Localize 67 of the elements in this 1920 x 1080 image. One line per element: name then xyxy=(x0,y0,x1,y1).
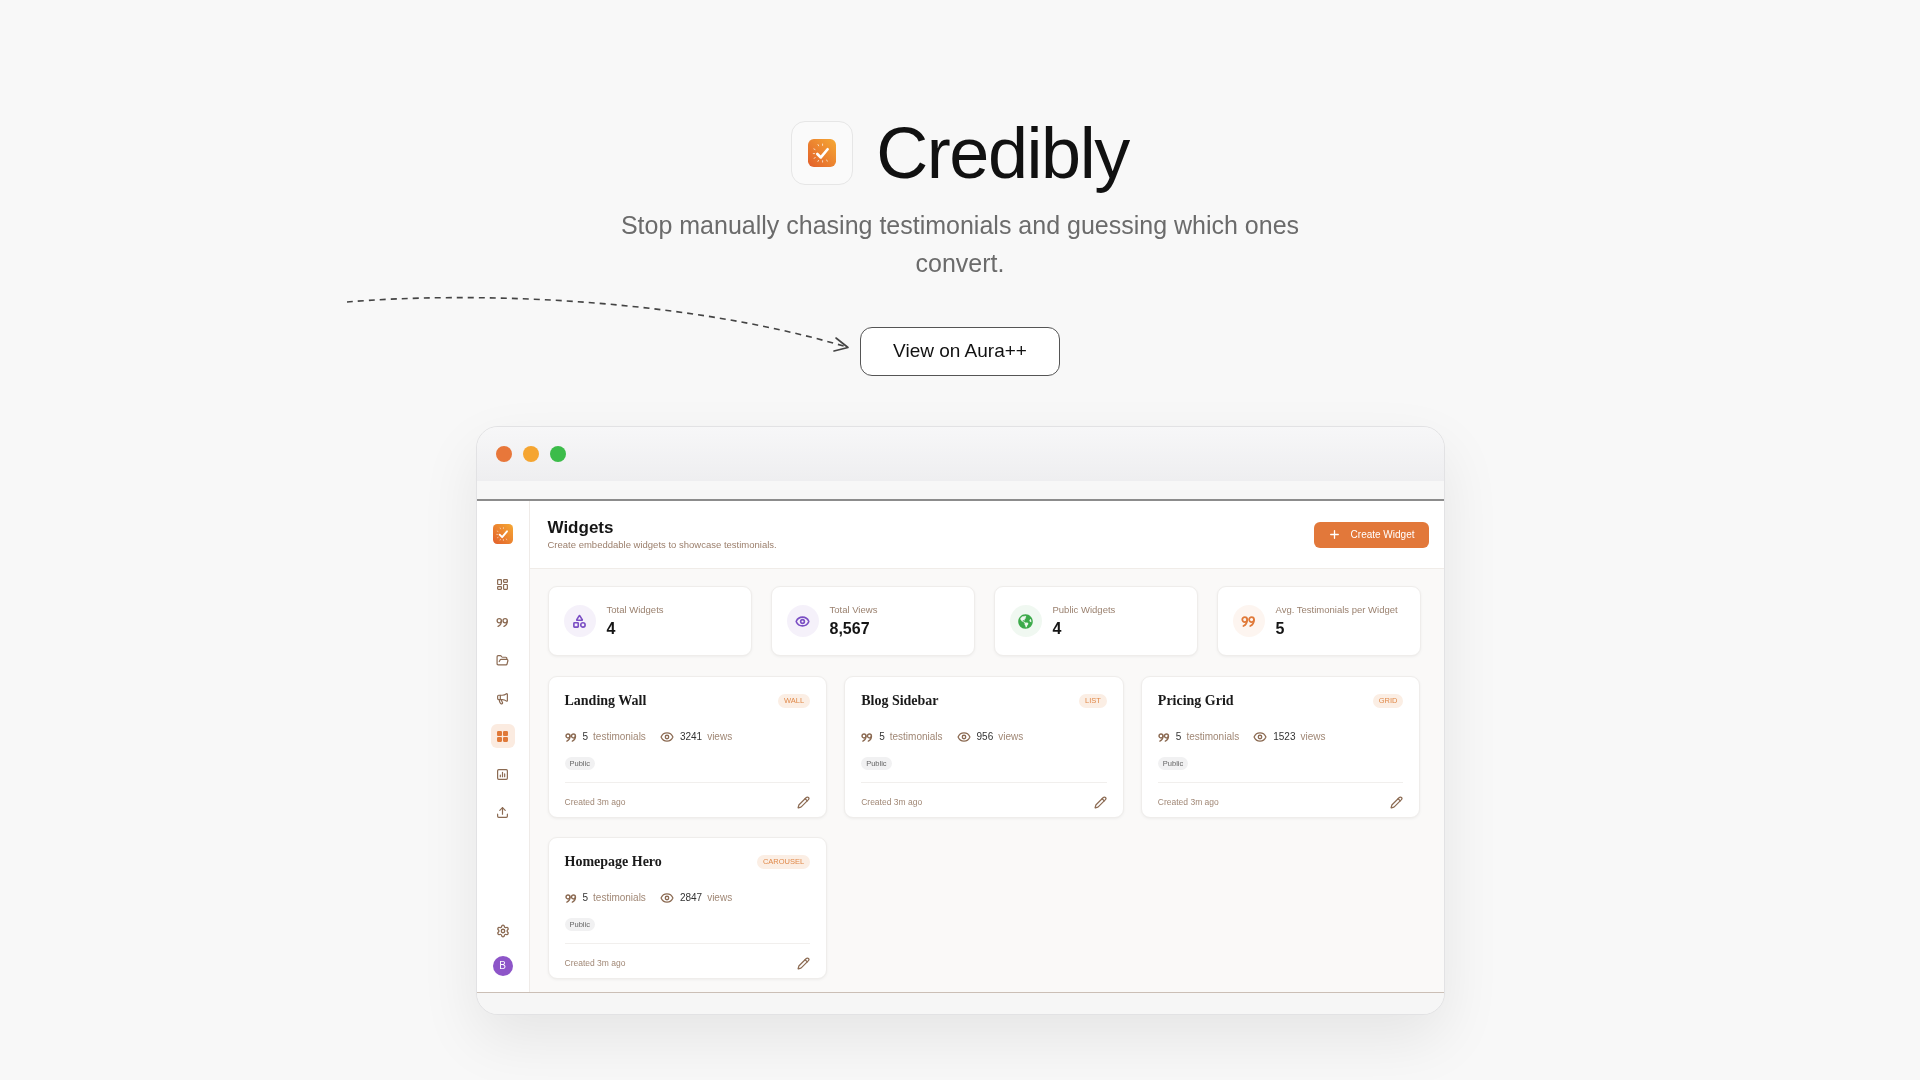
logo-icon xyxy=(492,524,513,544)
view-label: views xyxy=(707,730,733,744)
pencil-icon xyxy=(1093,795,1107,809)
stat-value: 4 xyxy=(606,618,617,639)
page-subtitle: Create embeddable widgets to showcase testimonials. xyxy=(547,538,777,551)
edit-button[interactable] xyxy=(1093,795,1107,809)
quote-icon xyxy=(496,615,509,629)
edit-button[interactable] xyxy=(1390,795,1404,809)
widget-title: Pricing Grid xyxy=(1157,692,1234,710)
megaphone-icon xyxy=(496,691,509,705)
testimonial-count: 5 xyxy=(582,730,589,744)
stat-value: 5 xyxy=(1275,618,1286,639)
plus-icon xyxy=(1327,528,1341,541)
view-label: views xyxy=(1300,730,1326,744)
view-label: views xyxy=(998,730,1024,744)
edit-button[interactable] xyxy=(797,956,811,970)
pencil-icon xyxy=(797,795,811,809)
view-count: 3241 xyxy=(679,730,703,744)
quote-icon xyxy=(1157,732,1170,742)
created-time: Created 3m ago xyxy=(1157,796,1219,809)
eye-icon xyxy=(1253,730,1268,744)
widget-title: Landing Wall xyxy=(564,692,647,710)
app-title: Credibly xyxy=(876,113,1129,193)
upload-icon xyxy=(496,805,509,819)
app-logo-icon xyxy=(791,121,854,185)
testimonial-label: testimonials xyxy=(593,891,646,905)
quote-icon xyxy=(564,893,577,903)
created-time: Created 3m ago xyxy=(564,796,626,809)
pencil-icon xyxy=(797,956,811,970)
view-count: 956 xyxy=(976,730,994,744)
testimonial-count: 5 xyxy=(879,730,885,744)
eye-icon xyxy=(659,891,674,905)
created-time: Created 3m ago xyxy=(861,796,923,809)
stat-label: Total Views xyxy=(829,603,878,616)
grid-icon xyxy=(496,729,509,743)
window-close-icon[interactable] xyxy=(495,446,512,462)
stat-value: 8,567 xyxy=(829,618,871,639)
view-label: views xyxy=(707,891,733,905)
eye-icon xyxy=(956,730,971,744)
view-count: 2847 xyxy=(679,891,703,905)
user-avatar[interactable]: B xyxy=(492,956,513,976)
testimonial-label: testimonials xyxy=(593,730,646,744)
quote-icon xyxy=(861,732,874,742)
testimonial-count: 5 xyxy=(582,891,589,905)
dashboard-icon xyxy=(496,577,509,591)
page-title: Widgets xyxy=(547,518,615,538)
sidebar-nav-button[interactable] xyxy=(490,724,515,748)
stat-label: Avg. Testimonials per Widget xyxy=(1275,603,1398,616)
settings-icon xyxy=(495,924,510,938)
stat-value: 4 xyxy=(1052,618,1063,639)
created-time: Created 3m ago xyxy=(564,957,626,970)
quote-icon xyxy=(564,732,577,742)
chart-icon xyxy=(496,767,509,781)
widget-title: Blog Sidebar xyxy=(861,692,939,710)
testimonial-label: testimonials xyxy=(889,730,943,744)
edit-button[interactable] xyxy=(797,795,811,809)
testimonial-count: 5 xyxy=(1175,730,1182,744)
folder-icon xyxy=(496,653,509,667)
stat-label: Total Widgets xyxy=(606,603,664,616)
view-button[interactable]: View on Aura++ xyxy=(860,327,1060,376)
widget-title: Homepage Hero xyxy=(564,853,662,871)
stat-label: Public Widgets xyxy=(1052,603,1116,616)
pencil-icon xyxy=(1390,795,1404,809)
testimonial-label: testimonials xyxy=(1186,730,1240,744)
tagline: Stop manually chasing testimonials and guessing which ones convert. xyxy=(619,210,1301,279)
eye-icon xyxy=(659,730,674,744)
view-count: 1523 xyxy=(1273,730,1296,744)
